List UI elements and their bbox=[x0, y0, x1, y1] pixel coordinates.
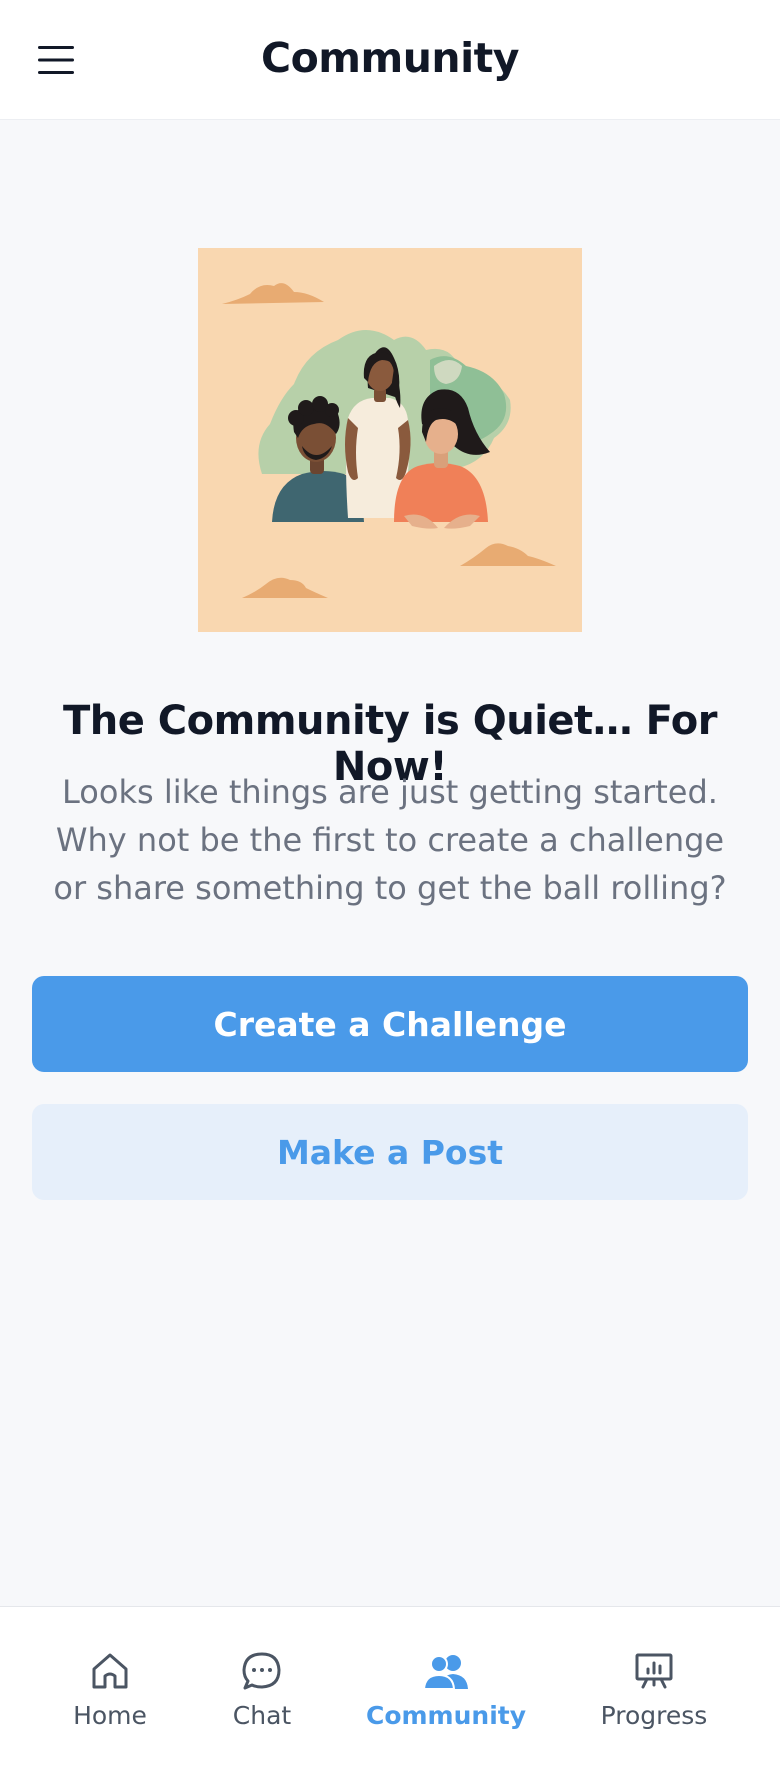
nav-item-home[interactable]: Home bbox=[72, 1647, 148, 1747]
people-icon bbox=[422, 1647, 470, 1695]
top-app-bar: Community bbox=[0, 0, 780, 120]
community-people-illustration bbox=[198, 248, 582, 632]
nav-item-progress[interactable]: Progress bbox=[598, 1647, 710, 1747]
nav-label-home: Home bbox=[73, 1701, 147, 1730]
presentation-chart-icon bbox=[630, 1647, 678, 1695]
nav-label-community: Community bbox=[365, 1701, 527, 1730]
chat-bubble-icon bbox=[238, 1647, 286, 1695]
empty-state-description: Looks like things are just getting start… bbox=[53, 773, 727, 907]
nav-label-progress: Progress bbox=[600, 1701, 708, 1730]
nav-item-chat[interactable]: Chat bbox=[222, 1647, 302, 1747]
home-icon bbox=[86, 1647, 134, 1695]
bottom-navigation: Home Chat Community Progress bbox=[0, 1606, 780, 1768]
create-challenge-button[interactable]: Create a Challenge bbox=[32, 976, 748, 1072]
nav-item-community[interactable]: Community bbox=[366, 1647, 526, 1747]
make-post-button[interactable]: Make a Post bbox=[32, 1104, 748, 1200]
nav-label-chat: Chat bbox=[232, 1701, 292, 1730]
page-title: Community bbox=[261, 34, 519, 82]
